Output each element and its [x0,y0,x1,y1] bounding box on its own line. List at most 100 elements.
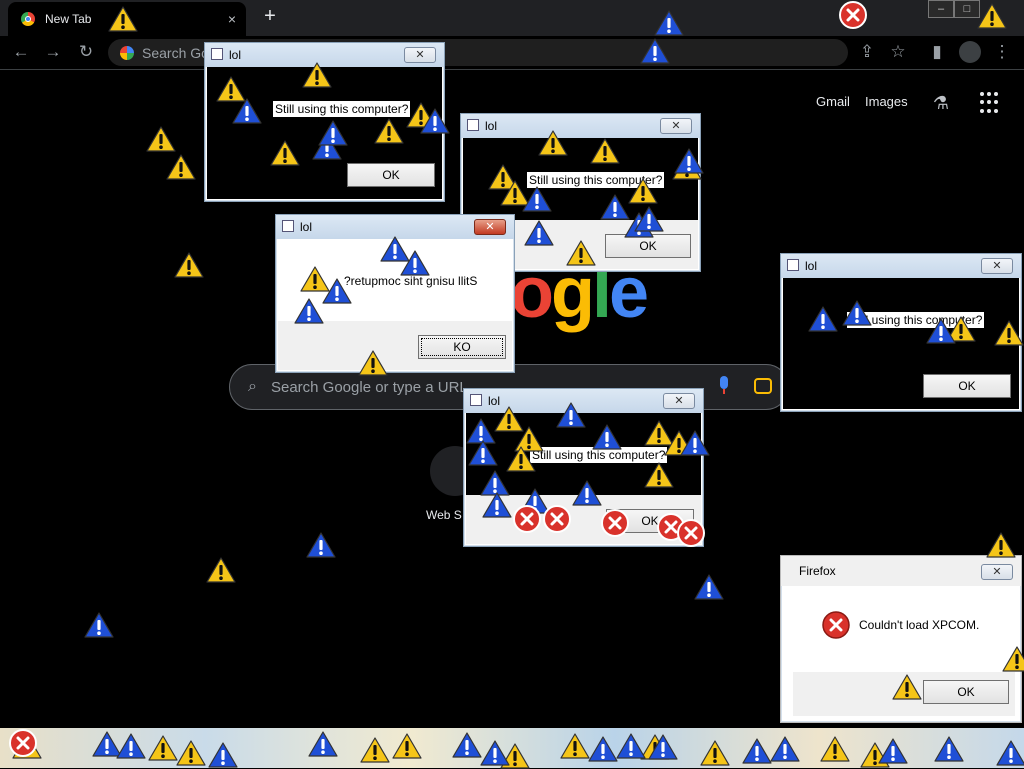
tab-title: New Tab [45,12,92,26]
dialog-title: lol [805,259,818,273]
ok-button[interactable]: OK [347,163,435,187]
side-panel-icon[interactable]: ▮ [926,41,948,63]
search-placeholder: Search Google or type a URL [270,378,468,396]
close-button[interactable]: ✕ [404,47,436,63]
lol-dialog-4: lol ✕ Still using this computer? OK [780,253,1022,412]
info-icon [306,532,336,558]
info-icon [770,736,800,762]
info-icon [480,740,510,766]
app-icon [211,48,223,60]
info-icon [452,732,482,758]
error-icon [601,509,629,537]
minimize-button[interactable]: – [928,0,954,18]
dialog-titlebar[interactable]: lol ✕ [781,254,1021,278]
forward-button[interactable]: → [42,41,64,63]
profile-avatar[interactable] [959,41,981,63]
warning-icon [628,178,658,204]
google-lens-icon[interactable] [754,378,772,394]
info-icon [648,734,678,760]
info-icon [588,736,618,762]
warning-icon [566,240,596,266]
info-icon [926,318,956,344]
warning-icon [360,737,390,763]
info-icon [294,298,324,324]
warning-icon [270,140,300,166]
dialog-title: lol [485,119,498,133]
info-icon [742,738,772,764]
warning-icon [538,130,568,156]
info-icon [522,186,552,212]
tab-close-icon[interactable]: × [228,11,236,27]
dialog-message: Still using this computer? [273,101,411,117]
gmail-link[interactable]: Gmail [816,94,850,109]
error-icon [513,505,541,533]
info-icon [674,148,704,174]
warning-icon [994,320,1024,346]
warning-icon [174,252,204,278]
warning-icon [148,735,178,761]
close-button[interactable]: ✕ [663,393,695,409]
apps-grid-icon[interactable] [980,92,1002,114]
info-icon [572,480,602,506]
dialog-titlebar[interactable]: Firefox ✕ [781,556,1021,586]
reload-button[interactable]: ↻ [75,41,97,63]
info-icon [322,278,352,304]
app-icon [787,259,799,271]
info-icon [400,250,430,276]
info-icon [524,220,554,246]
close-button[interactable]: ✕ [981,564,1013,580]
warning-icon [206,557,236,583]
info-icon [208,742,238,768]
info-icon [468,440,498,466]
labs-flask-icon[interactable]: ⚗ [930,92,952,114]
ok-button[interactable]: OK [923,680,1009,704]
back-button[interactable]: ← [10,41,32,63]
warning-icon [302,62,332,88]
info-icon [808,306,838,332]
warning-icon [892,674,922,700]
info-icon [842,300,872,326]
menu-icon[interactable]: ⋮ [991,41,1013,63]
share-icon[interactable]: ⇪ [856,41,878,63]
app-icon [282,220,294,232]
warning-icon [358,350,388,376]
ok-button[interactable]: OK [923,374,1011,398]
error-icon [822,611,850,639]
google-g-icon [120,45,134,60]
bookmark-star-icon[interactable]: ☆ [887,41,909,63]
close-button[interactable]: ✕ [474,219,506,235]
info-icon [84,612,114,638]
warning-icon [506,446,536,472]
error-icon [9,729,37,757]
app-icon [467,119,479,131]
dialog-titlebar[interactable]: lol ✕ [461,114,700,138]
info-icon [634,206,664,232]
info-icon [556,402,586,428]
warning-icon [108,6,138,32]
close-button[interactable]: ✕ [981,258,1013,274]
dialog-message: Couldn't load XPCOM. [859,618,980,632]
warning-icon [176,740,206,766]
warning-icon [700,740,730,766]
dialog-title: Firefox [799,564,836,578]
error-icon [839,1,867,29]
info-icon [616,733,646,759]
warning-icon [374,118,404,144]
shortcut-label: Web S [426,508,462,522]
warning-icon [644,462,674,488]
warning-icon [590,138,620,164]
chrome-icon [21,12,35,26]
close-button[interactable]: ✕ [660,118,692,134]
info-icon [654,10,684,36]
warning-icon [977,3,1007,29]
warning-icon [1002,646,1024,672]
warning-icon [146,126,176,152]
info-icon [482,492,512,518]
info-icon [592,424,622,450]
images-link[interactable]: Images [865,94,908,109]
info-icon [308,731,338,757]
voice-search-icon[interactable] [718,376,730,396]
new-tab-button[interactable]: + [258,4,282,28]
ok-button[interactable]: KO [418,335,506,359]
warning-icon [166,154,196,180]
